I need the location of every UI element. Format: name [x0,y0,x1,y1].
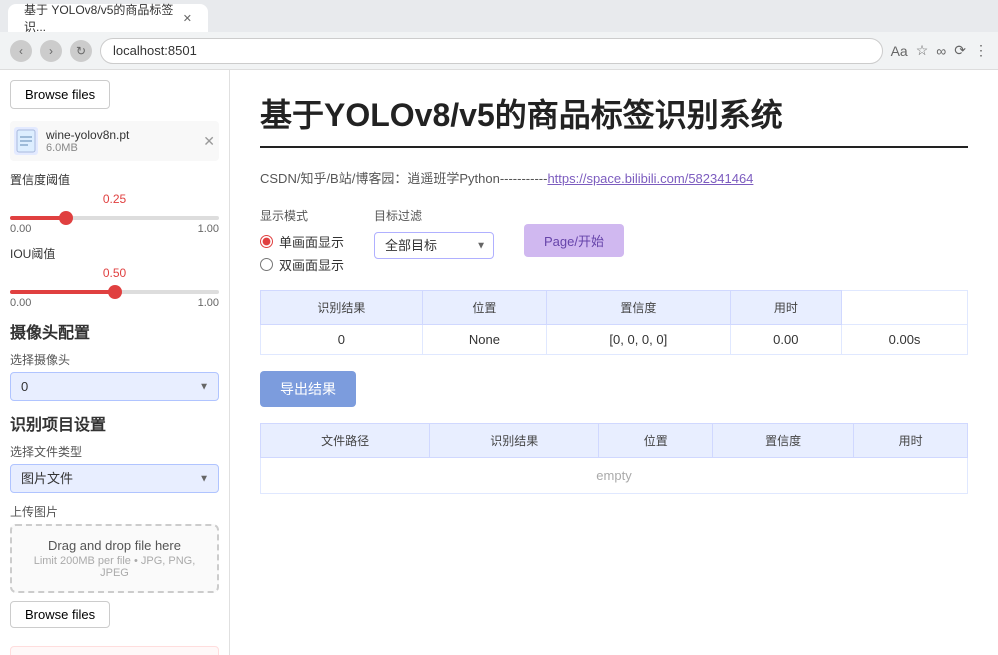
bottom-header-row: 文件路径 识别结果 位置 置信度 用时 [261,424,968,458]
tab-bar: 基于 YOLOv8/v5的商品标签识... ✕ [0,0,998,32]
bottom-col-result: 识别结果 [430,424,599,458]
table-row: 0 None [0, 0, 0, 0] 0.00 0.00s [261,325,968,355]
mode-single-radio[interactable] [260,235,273,248]
target-select[interactable]: 全部目标 [374,232,494,259]
reader-icon[interactable]: Aa [891,43,908,59]
results-table: 识别结果 位置 置信度 用时 0 None [0, 0, 0, 0] 0.00 … [260,290,968,355]
iou-slider-section: IOU阈值 0.50 0.00 1.00 [10,245,219,309]
display-mode-group: 显示模式 单画面显示 双画面显示 [260,207,344,274]
file-name: wine-yolov8n.pt [46,128,195,142]
file-type-select-wrap: 图片文件 视频文件 [10,464,219,493]
subtitle-prefix: CSDN/知乎/B站/博客园：逍遥班学Python----------- [260,171,547,186]
reload-button[interactable]: ↻ [70,40,92,62]
file-icon [14,127,38,155]
status-message: 请点击'开始运行'按钮，启动摄像头检测！ [10,646,219,655]
upload-label: 上传图片 [10,503,219,520]
controls-row: 显示模式 单画面显示 双画面显示 目标过滤 全部目标 [260,207,968,274]
browse-files-top-button[interactable]: Browse files [10,80,110,109]
results-header-row: 识别结果 位置 置信度 用时 [261,291,968,325]
target-select-wrap: 全部目标 [374,232,494,259]
camera-select[interactable]: 0 1 2 [10,372,219,401]
file-type-label: 选择文件类型 [10,443,219,460]
bookmark-icon[interactable]: ☆ [916,42,929,59]
browse-files-button[interactable]: Browse files [10,601,110,628]
file-size: 6.0MB [46,142,195,154]
bottom-col-path: 文件路径 [261,424,430,458]
row-col1: None [422,325,546,355]
iou-label: IOU阈值 [10,245,219,262]
iou-slider[interactable] [10,290,219,294]
confidence-min: 0.00 [10,223,31,235]
subtitle: CSDN/知乎/B站/博客园：逍遥班学Python-----------http… [260,168,968,187]
col-result: 识别结果 [261,291,423,325]
tab-close-icon[interactable]: ✕ [183,12,192,25]
results-table-head: 识别结果 位置 置信度 用时 [261,291,968,325]
main-content: 基于YOLOv8/v5的商品标签识别系统 CSDN/知乎/B站/博客园：逍遥班学… [230,70,998,655]
back-button[interactable]: ‹ [10,40,32,62]
file-remove-button[interactable]: ✕ [203,133,215,150]
confidence-value: 0.25 [10,192,219,206]
bottom-empty-cell: empty [261,458,968,494]
menu-icon[interactable]: ⋮ [974,42,988,59]
iou-min: 0.00 [10,297,31,309]
iou-value: 0.50 [10,266,219,280]
bottom-table: 文件路径 识别结果 位置 置信度 用时 empty [260,423,968,494]
file-type-select[interactable]: 图片文件 视频文件 [10,464,219,493]
forward-button[interactable]: › [40,40,62,62]
display-mode-label: 显示模式 [260,207,344,224]
iou-max: 1.00 [198,297,219,309]
mode-double-option[interactable]: 双画面显示 [260,255,344,274]
active-tab[interactable]: 基于 YOLOv8/v5的商品标签识... ✕ [8,4,208,32]
subtitle-link[interactable]: https://space.bilibili.com/582341464 [547,171,753,186]
tab-title: 基于 YOLOv8/v5的商品标签识... [24,1,175,35]
col-position: 位置 [422,291,546,325]
col-time: 用时 [730,291,841,325]
row-col2: [0, 0, 0, 0] [547,325,731,355]
bottom-col-position: 位置 [599,424,713,458]
mode-single-option[interactable]: 单画面显示 [260,232,344,251]
refresh-icon[interactable]: ⟳ [954,42,966,59]
camera-section-title: 摄像头配置 [10,319,219,343]
main-title: 基于YOLOv8/v5的商品标签识别系统 [260,90,968,148]
address-text: localhost:8501 [113,43,197,58]
address-bar[interactable]: localhost:8501 [100,38,883,64]
export-button[interactable]: 导出结果 [260,371,356,407]
camera-select-wrap: 0 1 2 [10,372,219,401]
camera-select-label: 选择摄像头 [10,351,219,368]
row-col0: 0 [261,325,423,355]
confidence-label: 置信度阈值 [10,171,219,188]
sidebar: Browse files wine-yolov8n.pt 6.0MB ✕ 置信度… [0,70,230,655]
target-filter-label: 目标过滤 [374,207,494,224]
main-layout: Browse files wine-yolov8n.pt 6.0MB ✕ 置信度… [0,70,998,655]
confidence-slider[interactable] [10,216,219,220]
bottom-col-confidence: 置信度 [712,424,853,458]
radio-group: 单画面显示 双画面显示 [260,232,344,274]
identify-section-title: 识别项目设置 [10,411,219,435]
confidence-max: 1.00 [198,223,219,235]
page-start-button[interactable]: Page/开始 [524,224,624,257]
bottom-empty-row: empty [261,458,968,494]
mode-double-radio[interactable] [260,258,273,271]
file-item: wine-yolov8n.pt 6.0MB ✕ [10,121,219,161]
upload-area[interactable]: Drag and drop file here Limit 200MB per … [10,524,219,593]
row-col3: 0.00 [730,325,841,355]
col-confidence: 置信度 [547,291,731,325]
results-table-body: 0 None [0, 0, 0, 0] 0.00 0.00s [261,325,968,355]
mode-single-label: 单画面显示 [279,232,344,251]
mode-double-label: 双画面显示 [279,255,344,274]
row-col4: 0.00s [842,325,968,355]
bottom-col-time: 用时 [854,424,968,458]
bottom-table-body: empty [261,458,968,494]
browser-bar: ‹ › ↻ localhost:8501 Aa ☆ ∞ ⟳ ⋮ [0,32,998,70]
file-info: wine-yolov8n.pt 6.0MB [46,128,195,154]
bottom-table-head: 文件路径 识别结果 位置 置信度 用时 [261,424,968,458]
extensions-icon[interactable]: ∞ [936,43,946,59]
limit-text: Limit 200MB per file • JPG, PNG, JPEG [24,555,205,579]
drag-text: Drag and drop file here [24,538,205,553]
confidence-slider-section: 置信度阈值 0.25 0.00 1.00 [10,171,219,235]
target-filter-group: 目标过滤 全部目标 [374,207,494,259]
